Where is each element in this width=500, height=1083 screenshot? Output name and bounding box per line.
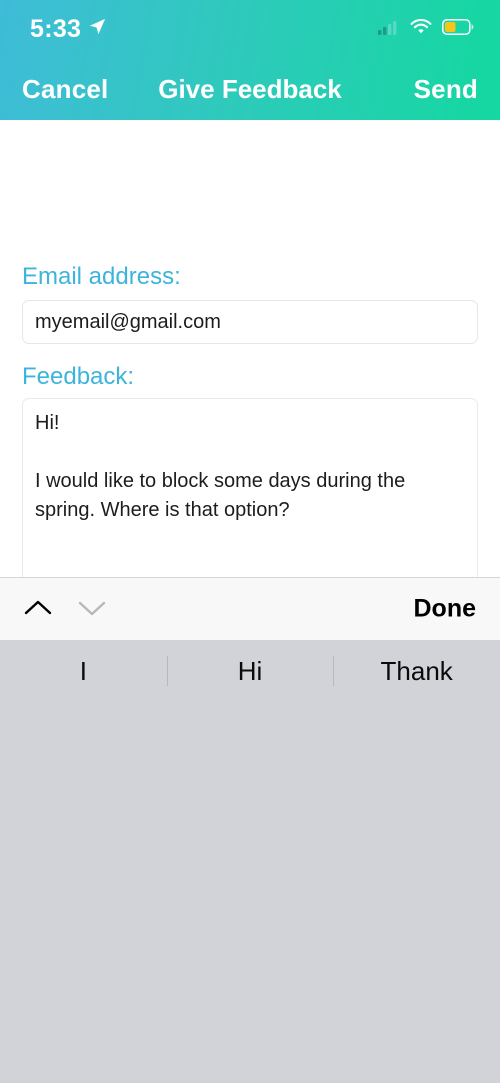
previous-field-button[interactable] — [14, 585, 62, 633]
status-time: 5:33 — [30, 14, 82, 43]
suggestion-item[interactable]: I — [0, 656, 167, 687]
feedback-screen: 5:33 Cancel Give Feedback Send Email add… — [0, 0, 500, 1083]
location-arrow-icon — [88, 17, 107, 41]
navigation-bar: Cancel Give Feedback Send — [0, 58, 500, 120]
suggestion-item[interactable]: Hi — [167, 656, 334, 687]
status-bar: 5:33 — [0, 0, 500, 58]
status-bar-right — [378, 18, 474, 40]
status-bar-left: 5:33 — [30, 15, 107, 44]
suggestion-item[interactable]: Thank — [333, 656, 500, 687]
on-screen-keyboard: I Hi Thank q w e r t y u i o p a s d f g… — [0, 640, 500, 1083]
next-field-button[interactable] — [68, 585, 116, 633]
page-title: Give Feedback — [158, 73, 342, 104]
feedback-form: Email address: Feedback: Hi! I would lik… — [0, 120, 500, 654]
chevron-down-icon — [77, 598, 107, 621]
app-header: 5:33 Cancel Give Feedback Send — [0, 0, 500, 120]
cellular-signal-icon — [378, 19, 400, 40]
email-input[interactable] — [22, 300, 478, 344]
predictive-suggestion-bar: I Hi Thank — [0, 640, 500, 702]
done-button[interactable]: Done — [414, 595, 477, 624]
keyboard-accessory-toolbar: Done — [0, 577, 500, 640]
cancel-button[interactable]: Cancel — [22, 74, 108, 105]
wifi-icon — [410, 18, 432, 40]
chevron-up-icon — [23, 598, 53, 621]
send-button[interactable]: Send — [414, 74, 478, 105]
feedback-label: Feedback: — [22, 363, 135, 390]
battery-low-power-icon — [442, 18, 474, 40]
email-label: Email address: — [22, 263, 181, 290]
